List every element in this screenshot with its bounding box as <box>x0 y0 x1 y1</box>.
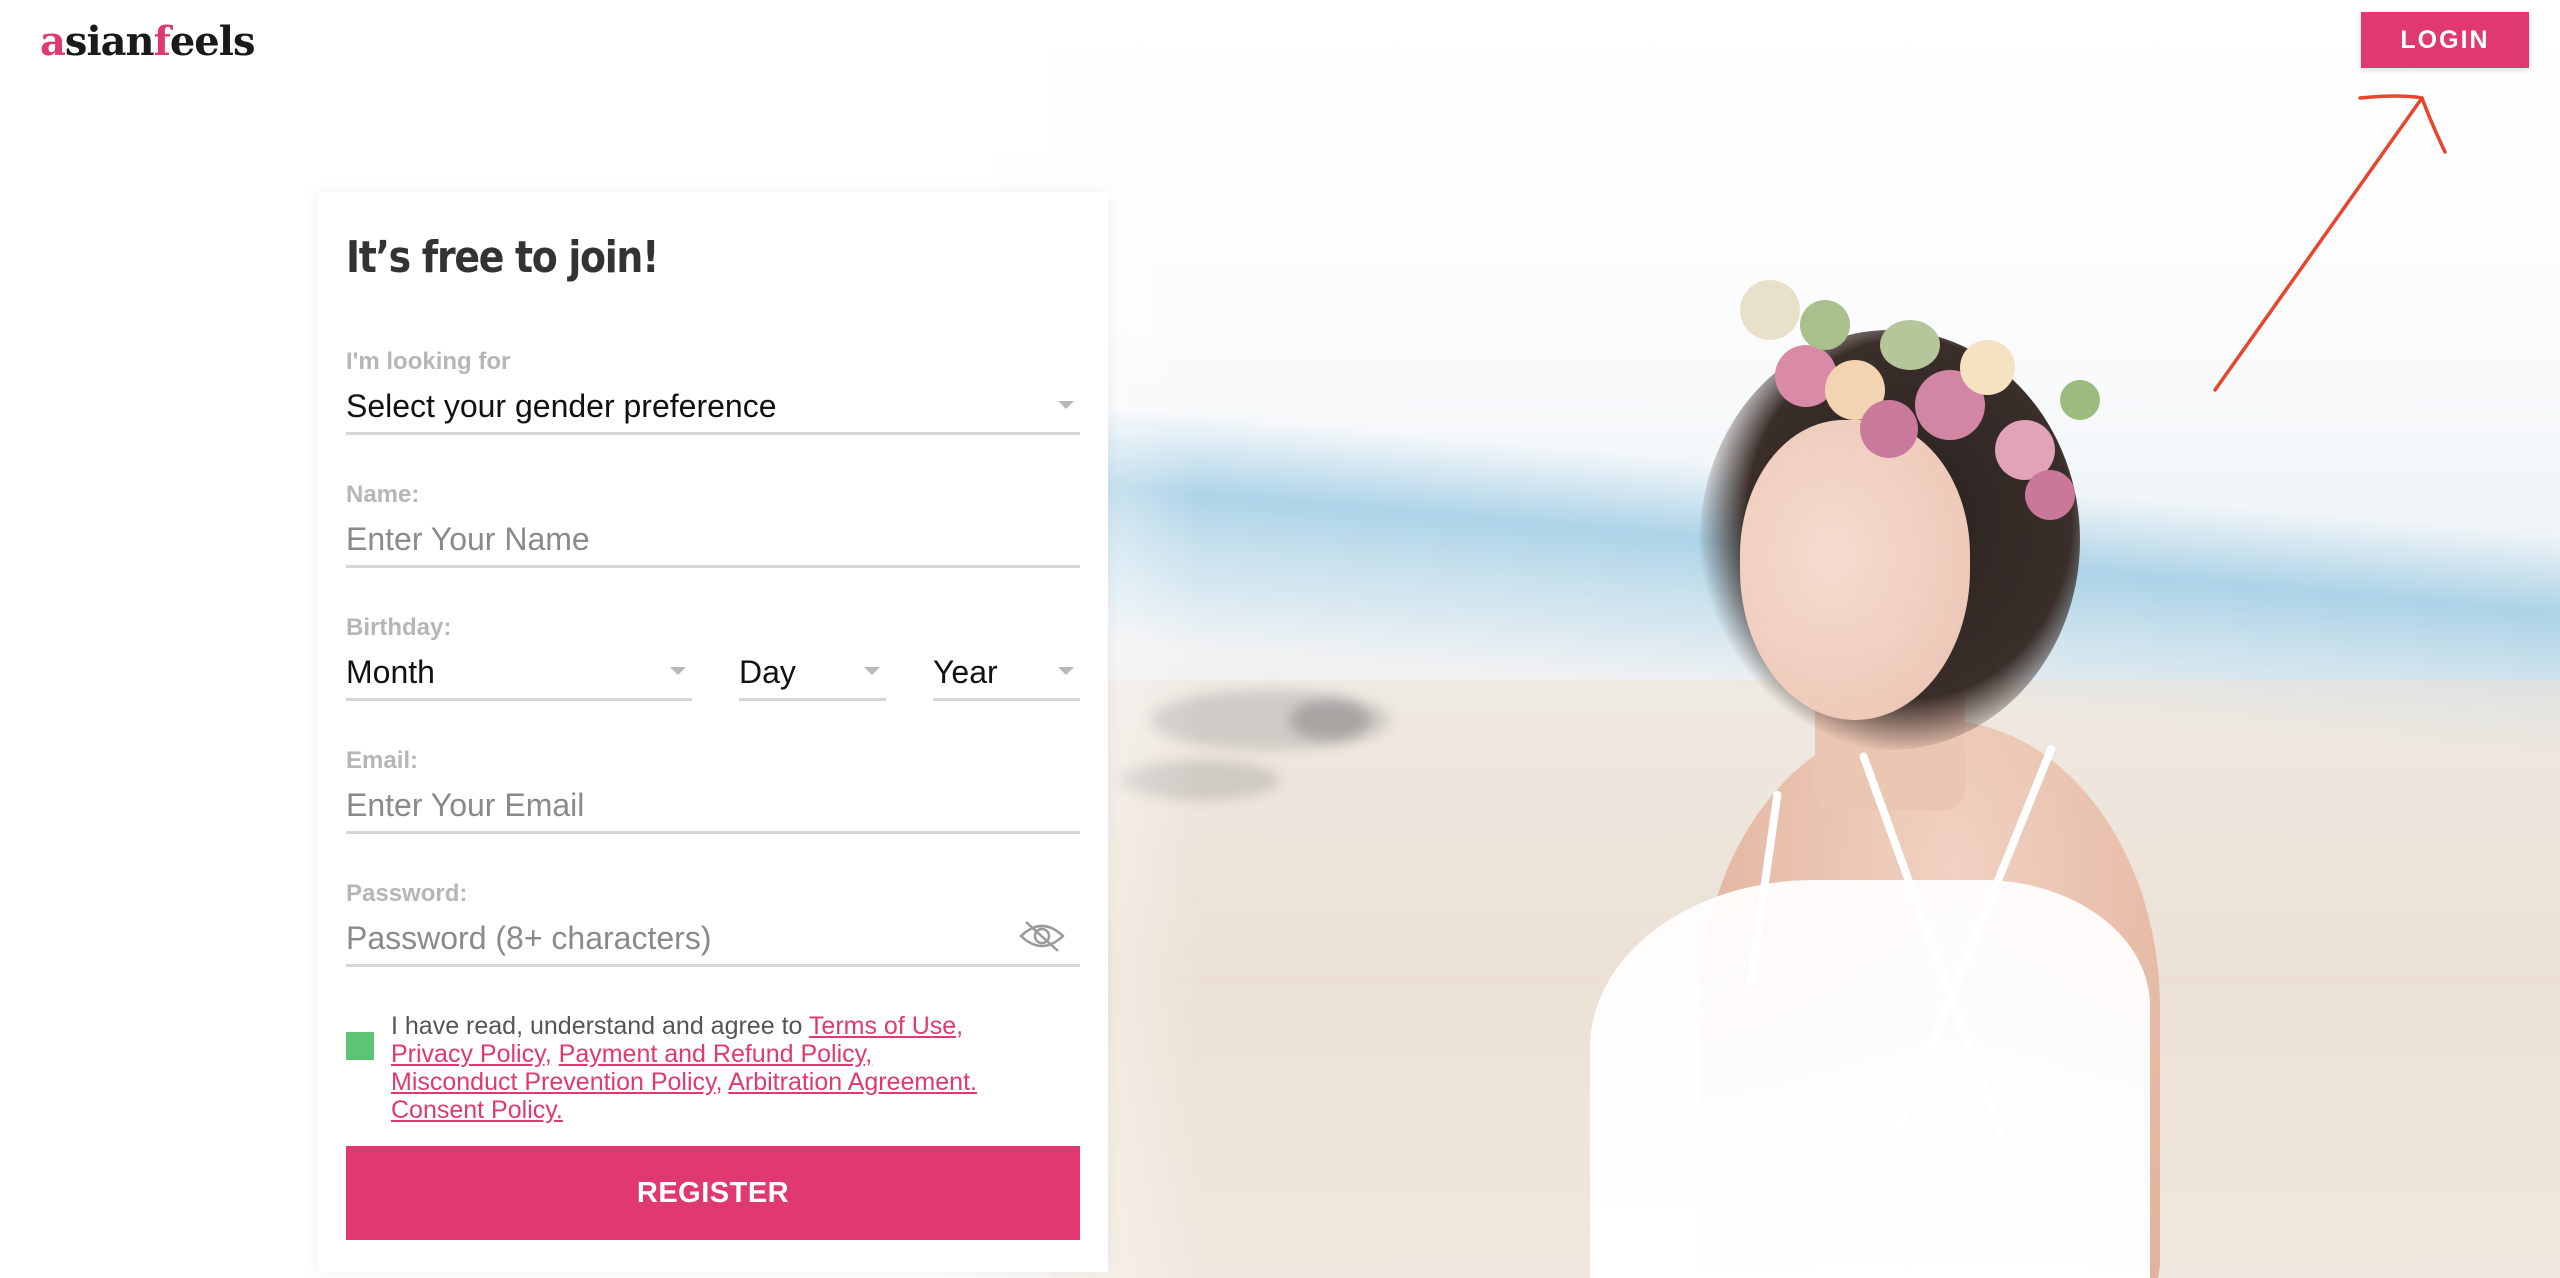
birthday-field: Birthday: Month Day Year <box>346 614 1080 701</box>
gender-preference-label: I'm looking for <box>346 348 511 375</box>
agreement-text: I have read, understand and agree to Ter… <box>391 1012 1071 1124</box>
login-button[interactable]: LOGIN <box>2361 12 2529 68</box>
birthday-month-select[interactable]: Month <box>346 642 692 701</box>
birthday-label: Birthday: <box>346 614 452 641</box>
payment-refund-policy-link[interactable]: Payment and Refund Policy, <box>559 1040 873 1068</box>
birthday-year-select[interactable]: Year <box>933 642 1080 701</box>
name-label: Name: <box>346 481 420 508</box>
email-label: Email: <box>346 747 419 774</box>
rock <box>1290 700 1370 740</box>
logo-letter-a: a <box>40 18 66 65</box>
day-value: Day <box>739 654 796 690</box>
arbitration-agreement-link[interactable]: Arbitration Agreement. <box>728 1068 977 1096</box>
woman-face <box>1740 420 1970 720</box>
name-placeholder: Enter Your Name <box>346 521 590 557</box>
email-input[interactable]: Enter Your Email <box>346 775 1080 834</box>
name-field: Name: Enter Your Name <box>346 481 1080 568</box>
chevron-down-icon <box>864 667 880 675</box>
email-field: Email: Enter Your Email <box>346 747 1080 834</box>
register-button[interactable]: REGISTER <box>346 1146 1080 1240</box>
password-label: Password: <box>346 880 468 907</box>
annotation-arrow-icon <box>2213 94 2447 392</box>
chevron-down-icon <box>1058 401 1074 409</box>
logo[interactable]: asianfeels <box>40 18 256 65</box>
month-value: Month <box>346 654 435 690</box>
logo-text-eels: eels <box>169 18 256 65</box>
logo-letter-f: f <box>153 18 171 65</box>
name-input[interactable]: Enter Your Name <box>346 509 1080 568</box>
email-placeholder: Enter Your Email <box>346 787 585 823</box>
privacy-policy-link[interactable]: Privacy Policy, <box>391 1040 552 1068</box>
white-dress <box>1590 880 2150 1278</box>
chevron-down-icon <box>1058 667 1074 675</box>
password-input[interactable]: Password (8+ characters) <box>346 908 1080 967</box>
gender-preference-value: Select your gender preference <box>346 388 777 424</box>
consent-policy-link[interactable]: Consent Policy. <box>391 1096 563 1124</box>
terms-of-use-link[interactable]: Terms of Use, <box>809 1012 963 1040</box>
agree-checkbox[interactable] <box>346 1032 374 1060</box>
form-title: It’s free to join! <box>346 232 659 283</box>
year-value: Year <box>933 654 998 690</box>
agreement-lead: I have read, understand and agree to <box>391 1012 809 1040</box>
logo-text-sian: sian <box>64 18 155 65</box>
gender-preference-select[interactable]: Select your gender preference <box>346 376 1080 435</box>
eye-hidden-icon[interactable] <box>1018 918 1066 954</box>
registration-card: It’s free to join! I'm looking for Selec… <box>318 192 1108 1272</box>
gender-preference-field: I'm looking for Select your gender prefe… <box>346 348 1080 435</box>
birthday-day-select[interactable]: Day <box>739 642 886 701</box>
chevron-down-icon <box>670 667 686 675</box>
misconduct-policy-link[interactable]: Misconduct Prevention Policy, <box>391 1068 723 1096</box>
password-field: Password: Password (8+ characters) <box>346 880 1080 967</box>
password-placeholder: Password (8+ characters) <box>346 920 712 956</box>
